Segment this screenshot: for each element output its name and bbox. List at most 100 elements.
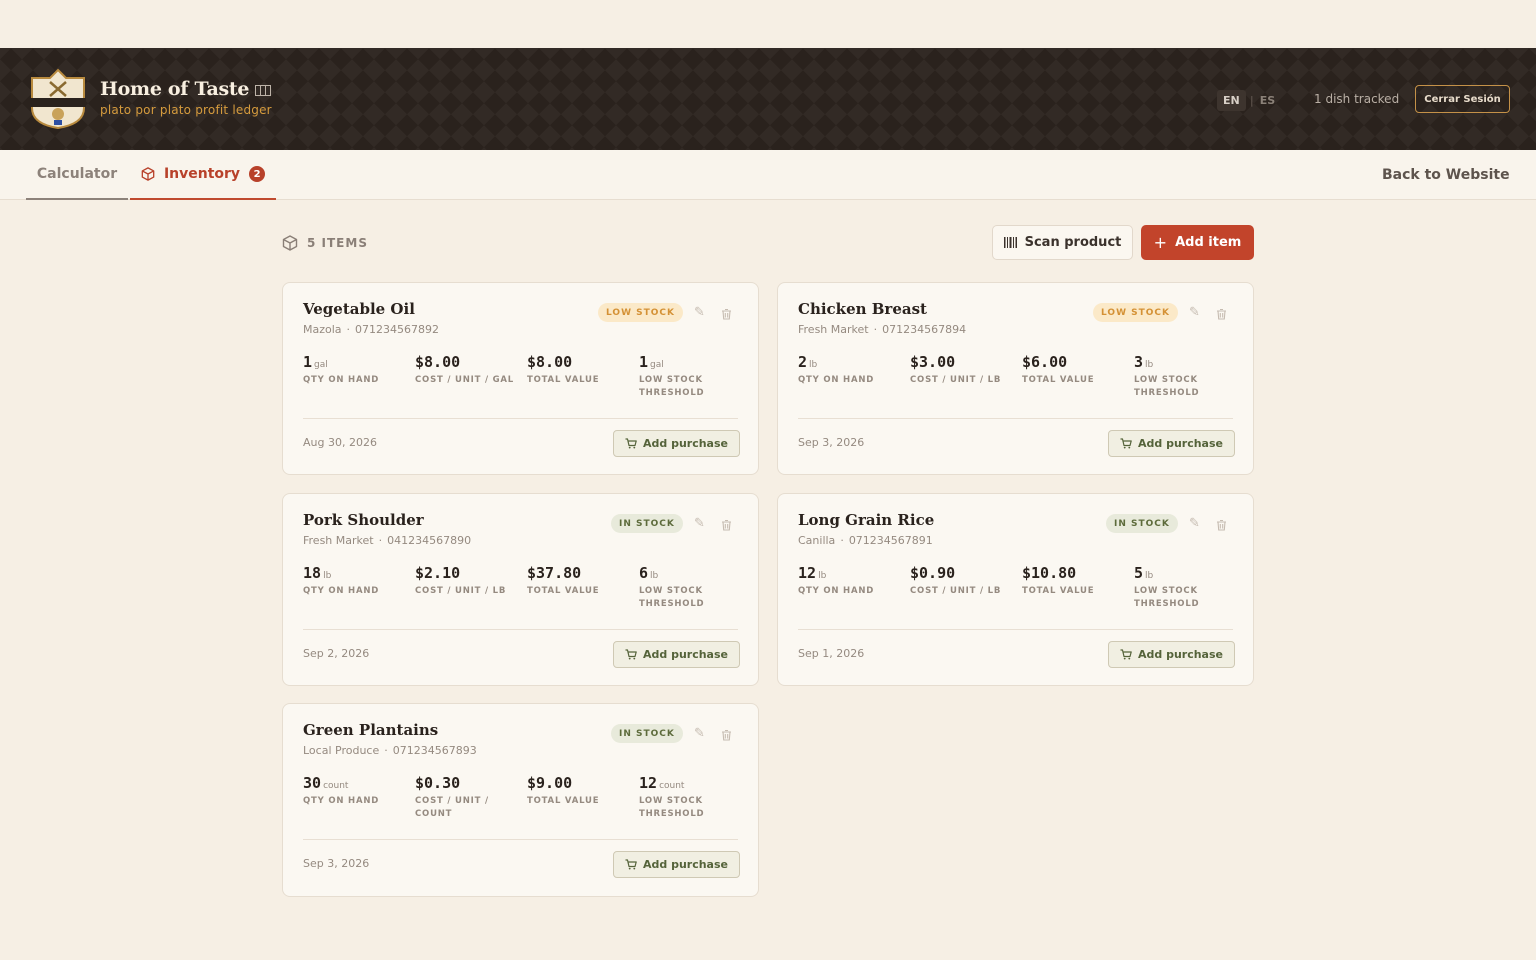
cart-icon [1120, 649, 1132, 660]
box-icon [141, 167, 155, 181]
box-icon [282, 235, 298, 251]
meta-separator: · [346, 323, 351, 336]
threshold-number: 6 [639, 564, 649, 582]
card-divider [798, 629, 1233, 630]
logout-button[interactable]: Cerrar Sesión [1415, 85, 1510, 113]
edit-icon[interactable]: ✎ [694, 516, 705, 531]
threshold-label: LOW STOCK THRESHOLD [1134, 586, 1200, 609]
total-value: $8.00 [527, 353, 573, 371]
meta-separator: · [873, 323, 878, 336]
qty-unit: lb [818, 571, 827, 581]
item-code: 071234567893 [392, 744, 477, 757]
cost-label: COST / UNIT / LB [910, 375, 1002, 385]
trash-icon[interactable] [721, 305, 732, 324]
status-badge: LOW STOCK [1093, 303, 1178, 322]
scan-product-button[interactable]: Scan product [992, 225, 1133, 260]
total-label: TOTAL VALUE [527, 796, 600, 806]
trash-icon[interactable] [721, 726, 732, 745]
threshold-unit: lb [650, 571, 659, 581]
item-name: Green Plantains [303, 721, 439, 739]
threshold-value: 5 lb [1134, 564, 1242, 582]
add-purchase-label: Add purchase [642, 648, 728, 661]
qty-value: 12 lb [798, 564, 906, 582]
qty-value: 1 gal [303, 353, 411, 371]
add-item-button[interactable]: + Add item [1141, 225, 1254, 260]
add-purchase-button[interactable]: Add purchase [1108, 430, 1235, 457]
edit-icon[interactable]: ✎ [694, 305, 705, 320]
meta-separator: · [384, 744, 388, 757]
item-brand: Fresh Market [303, 534, 374, 547]
qty-on-hand-stat: 18 lb QTY ON HAND [303, 564, 411, 598]
item-date: Aug 30, 2026 [303, 436, 377, 449]
add-purchase-button[interactable]: Add purchase [1108, 641, 1235, 668]
threshold-unit: lb [1145, 360, 1154, 370]
dishes-tracked-count: 1 dish tracked [1314, 92, 1400, 106]
cost-per-unit-stat: $2.10 COST / UNIT / LB [415, 564, 523, 598]
qty-label: QTY ON HAND [798, 586, 875, 596]
app-header: Home of Taste plato por plato profit led… [0, 48, 1536, 150]
edit-icon[interactable]: ✎ [1189, 516, 1200, 531]
qty-value: 2 lb [798, 353, 906, 371]
item-meta: Canilla · 071234567891 [798, 534, 933, 547]
qty-on-hand-stat: 12 lb QTY ON HAND [798, 564, 906, 598]
trash-icon[interactable] [1216, 305, 1227, 324]
card-divider [303, 839, 738, 840]
qty-number: 2 [798, 353, 808, 371]
inventory-card: Vegetable Oil Mazola · 071234567892 LOW ST… [282, 282, 759, 475]
add-purchase-button[interactable]: Add purchase [613, 641, 740, 668]
scan-product-label: Scan product [1024, 235, 1122, 250]
qty-value: 18 lb [303, 564, 411, 582]
item-code: 071234567892 [355, 323, 440, 336]
card-divider [303, 418, 738, 419]
total-value: $9.00 [527, 774, 573, 792]
item-meta: Mazola · 071234567892 [303, 323, 439, 336]
brand-subtitle: plato por plato profit ledger [100, 103, 272, 117]
add-purchase-button[interactable]: Add purchase [613, 430, 740, 457]
threshold-unit: count [659, 781, 685, 791]
total-value: $10.80 [1022, 564, 1077, 582]
total-value-stat: $6.00 TOTAL VALUE [1022, 353, 1130, 387]
qty-label: QTY ON HAND [303, 796, 380, 806]
trash-icon[interactable] [721, 516, 732, 535]
cost-value: $0.30 [415, 774, 461, 792]
cost-label: COST / UNIT / COUNT [415, 796, 489, 819]
cost-per-unit-stat: $0.30 COST / UNIT / COUNT [415, 774, 523, 821]
barcode-icon [1003, 237, 1017, 248]
add-purchase-button[interactable]: Add purchase [613, 851, 740, 878]
tab-inventory[interactable]: Inventory 2 [130, 150, 276, 200]
edit-icon[interactable]: ✎ [694, 726, 705, 741]
threshold-unit: lb [1145, 571, 1154, 581]
cost-per-unit-stat: $0.90 COST / UNIT / LB [910, 564, 1018, 598]
brand-logo[interactable] [26, 68, 90, 130]
item-date: Sep 1, 2026 [798, 647, 865, 660]
total-label: TOTAL VALUE [527, 586, 600, 596]
status-badge: IN STOCK [611, 514, 683, 533]
tab-calculator[interactable]: Calculator [26, 150, 128, 200]
threshold-value: 6 lb [639, 564, 747, 582]
total-value-stat: $8.00 TOTAL VALUE [527, 353, 635, 387]
lang-en-button[interactable]: EN [1217, 89, 1246, 111]
qty-on-hand-stat: 2 lb QTY ON HAND [798, 353, 906, 387]
language-switcher: EN | ES [1217, 89, 1277, 111]
qty-number: 1 [303, 353, 313, 371]
qty-label: QTY ON HAND [798, 375, 875, 385]
item-name: Long Grain Rice [798, 511, 935, 529]
lang-es-button[interactable]: ES [1258, 90, 1277, 111]
cart-icon [625, 649, 637, 660]
total-value-stat: $10.80 TOTAL VALUE [1022, 564, 1130, 598]
edit-icon[interactable]: ✎ [1189, 305, 1200, 320]
threshold-unit: gal [650, 360, 664, 370]
threshold-number: 1 [639, 353, 649, 371]
item-name: Chicken Breast [798, 300, 927, 318]
total-value: $6.00 [1022, 353, 1068, 371]
threshold-value: 1 gal [639, 353, 747, 371]
threshold-number: 3 [1134, 353, 1144, 371]
tab-calculator-label: Calculator [36, 166, 118, 182]
back-to-website-link[interactable]: Back to Website [1382, 167, 1510, 183]
low-stock-threshold-stat: 5 lb LOW STOCK THRESHOLD [1134, 564, 1242, 611]
items-count: 5 ITEMS [282, 235, 368, 251]
inventory-card: Green Plantains Local Produce · 0712345678… [282, 703, 759, 897]
inventory-card: Pork Shoulder Fresh Market · 041234567890 … [282, 493, 759, 686]
trash-icon[interactable] [1216, 516, 1227, 535]
lang-separator: | [1249, 93, 1254, 107]
